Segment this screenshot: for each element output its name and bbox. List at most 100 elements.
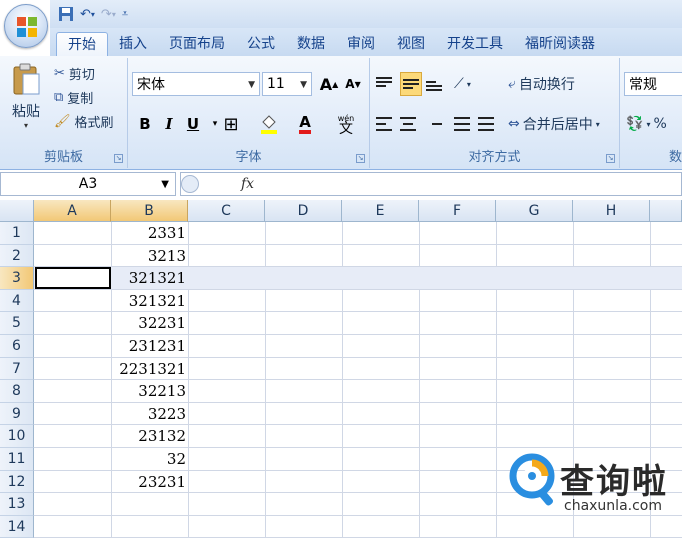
chevron-down-icon: ▼	[300, 80, 307, 90]
grow-font-button[interactable]: A ▲	[318, 72, 340, 96]
formula-bar[interactable]: fx	[180, 172, 682, 196]
accounting-format-button[interactable]: 💱 ▾ %	[626, 112, 667, 136]
cell-b2[interactable]: 3213	[111, 245, 188, 267]
cell-b4[interactable]: 321321	[111, 290, 188, 312]
row-header-5[interactable]: 5	[0, 312, 34, 335]
number-format-select[interactable]: 常规	[624, 72, 682, 96]
tab-page-layout[interactable]: 页面布局	[158, 32, 236, 56]
paste-button[interactable]: 粘贴 ▾	[8, 62, 44, 130]
underline-button[interactable]: U	[182, 112, 204, 136]
cell-b6[interactable]: 231231	[111, 335, 188, 357]
row-header-2[interactable]: 2	[0, 244, 34, 268]
cell-b14[interactable]	[111, 516, 188, 538]
orientation-button[interactable]: ⟋ ▾	[454, 72, 471, 96]
row-header-13[interactable]: 13	[0, 493, 34, 516]
align-center-button[interactable]	[400, 112, 416, 136]
column-header-b[interactable]: B	[111, 200, 188, 222]
row-header-12[interactable]: 12	[0, 470, 34, 494]
increase-indent-button[interactable]	[478, 112, 494, 136]
row-header-6[interactable]: 6	[0, 335, 34, 358]
font-name-select[interactable]: 宋体 ▼	[132, 72, 260, 96]
tab-foxit-reader[interactable]: 福昕阅读器	[514, 32, 606, 56]
bold-button[interactable]: B	[134, 112, 156, 136]
column-header-c[interactable]: C	[188, 200, 265, 222]
row-header-9[interactable]: 9	[0, 402, 34, 426]
merge-center-button[interactable]: ⇔ 合并后居中 ▾	[508, 112, 600, 136]
tab-insert[interactable]: 插入	[108, 32, 158, 56]
cell-b13[interactable]	[111, 493, 188, 515]
alignment-launcher-icon[interactable]: ↘	[606, 154, 615, 163]
copy-button[interactable]: ⧉ 复制	[54, 88, 93, 107]
text-orientation-icon: ⟋	[454, 76, 464, 92]
cell-b12[interactable]: 23231	[111, 471, 188, 493]
active-cell-a3[interactable]	[35, 267, 111, 290]
column-header-i[interactable]	[650, 200, 682, 222]
cell-b10[interactable]: 23132	[111, 425, 188, 447]
increase-indent-icon	[478, 117, 494, 131]
paste-icon	[13, 63, 40, 95]
redo-icon[interactable]: ↷ ▾	[101, 4, 116, 24]
wrap-text-button[interactable]: ⤶ 自动换行	[508, 72, 575, 96]
row-header-3[interactable]: 3	[0, 267, 34, 290]
row-header-4[interactable]: 4	[0, 289, 34, 313]
undo-icon[interactable]: ↶ ▾	[80, 4, 95, 24]
cell-b1[interactable]: 2331	[111, 222, 188, 244]
column-header-d[interactable]: D	[265, 200, 342, 222]
align-middle-button[interactable]	[400, 72, 422, 96]
font-launcher-icon[interactable]: ↘	[356, 154, 365, 163]
align-bottom-icon	[426, 77, 442, 91]
tab-formulas[interactable]: 公式	[236, 32, 286, 56]
format-painter-button[interactable]: 🖌 格式刷	[54, 112, 114, 131]
cell-b3[interactable]: 321321	[111, 267, 188, 289]
cell-b11[interactable]: 32	[111, 448, 188, 470]
align-top-button[interactable]	[376, 72, 392, 96]
customize-qat-icon[interactable]: ⩡	[122, 4, 128, 24]
borders-icon[interactable]: ⊞	[220, 112, 242, 136]
shrink-font-button[interactable]: A ▼	[342, 72, 364, 96]
office-button[interactable]	[4, 4, 48, 48]
column-header-e[interactable]: E	[342, 200, 419, 222]
formula-bar-toggle-icon[interactable]	[181, 175, 199, 193]
align-left-icon	[376, 117, 392, 131]
align-left-button[interactable]	[376, 112, 392, 136]
row-header-11[interactable]: 11	[0, 448, 34, 471]
tab-view[interactable]: 视图	[386, 32, 436, 56]
currency-icon: 💱	[626, 116, 644, 132]
column-header-g[interactable]: G	[496, 200, 573, 222]
clipboard-group: 粘贴 ▾ ✂ 剪切 ⧉ 复制 🖌 格式刷 剪贴板 ↘	[0, 58, 128, 168]
fill-color-button[interactable]	[258, 112, 280, 136]
cut-button[interactable]: ✂ 剪切	[54, 64, 95, 83]
font-color-button[interactable]: A	[294, 112, 316, 136]
row-header-1[interactable]: 1	[0, 222, 34, 245]
save-icon[interactable]	[58, 4, 74, 24]
italic-button[interactable]: I	[158, 112, 180, 136]
row-header-10[interactable]: 10	[0, 425, 34, 448]
column-header-f[interactable]: F	[419, 200, 496, 222]
tab-review[interactable]: 审阅	[336, 32, 386, 56]
align-right-button[interactable]	[426, 112, 442, 136]
row-header-8[interactable]: 8	[0, 380, 34, 403]
font-size-select[interactable]: 11 ▼	[262, 72, 312, 96]
tab-data[interactable]: 数据	[286, 32, 336, 56]
paste-dropdown-icon[interactable]: ▾	[8, 121, 44, 130]
column-header-h[interactable]: H	[573, 200, 650, 222]
clipboard-launcher-icon[interactable]: ↘	[114, 154, 123, 163]
align-bottom-button[interactable]	[426, 72, 442, 96]
cell-b9[interactable]: 3223	[111, 403, 188, 425]
tab-developer[interactable]: 开发工具	[436, 32, 514, 56]
cell-b8[interactable]: 32213	[111, 380, 188, 402]
phonetic-guide-button[interactable]: wén 文	[330, 112, 362, 136]
row-header-7[interactable]: 7	[0, 357, 34, 381]
cell-b5[interactable]: 32231	[111, 312, 188, 334]
alignment-group-label: 对齐方式	[468, 150, 521, 165]
name-box[interactable]: A3 ▼	[0, 172, 176, 196]
paintbrush-icon: 🖌	[54, 114, 71, 129]
row-header-14[interactable]: 14	[0, 515, 34, 538]
column-header-a[interactable]: A	[34, 200, 111, 222]
select-all-button[interactable]	[0, 200, 34, 222]
cell-b7[interactable]: 2231321	[111, 358, 188, 380]
tab-home[interactable]: 开始	[56, 32, 108, 56]
insert-function-icon[interactable]: fx	[241, 176, 254, 192]
alignment-group: ⟋ ▾ ⤶ 自动换行 ⇔ 合并后居中 ▾ 对齐方式 ↘	[370, 58, 620, 168]
decrease-indent-button[interactable]	[454, 112, 470, 136]
